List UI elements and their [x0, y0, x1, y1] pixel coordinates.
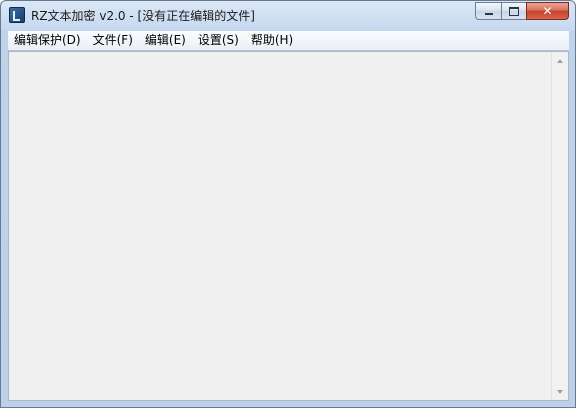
chevron-down-icon — [557, 389, 563, 394]
chevron-up-icon — [557, 58, 563, 63]
caption-buttons: ✕ — [475, 2, 569, 20]
menu-settings[interactable]: 设置(S) — [192, 31, 245, 50]
scroll-down-button[interactable] — [552, 383, 568, 400]
title-bar[interactable]: RZ文本加密 v2.0 - [没有正在编辑的文件] ✕ — [1, 1, 575, 30]
scroll-up-button[interactable] — [552, 52, 568, 69]
minimize-button[interactable] — [475, 2, 501, 20]
app-window: RZ文本加密 v2.0 - [没有正在编辑的文件] ✕ 编辑保护(D) 文件(F… — [0, 0, 576, 408]
minimize-icon — [484, 13, 493, 15]
menu-edit-protect[interactable]: 编辑保护(D) — [8, 31, 87, 50]
menu-bar: 编辑保护(D) 文件(F) 编辑(E) 设置(S) 帮助(H) — [8, 31, 569, 51]
close-button[interactable]: ✕ — [526, 2, 569, 20]
maximize-button[interactable] — [501, 2, 526, 20]
client-area — [8, 51, 569, 401]
menu-help[interactable]: 帮助(H) — [245, 31, 299, 50]
menu-edit[interactable]: 编辑(E) — [139, 31, 192, 50]
text-editor[interactable] — [9, 52, 551, 400]
window-title: RZ文本加密 v2.0 - [没有正在编辑的文件] — [31, 9, 255, 23]
menu-file[interactable]: 文件(F) — [87, 31, 139, 50]
close-icon: ✕ — [542, 4, 553, 18]
app-icon[interactable] — [9, 7, 25, 23]
vertical-scrollbar[interactable] — [551, 52, 568, 400]
maximize-icon — [509, 6, 519, 16]
